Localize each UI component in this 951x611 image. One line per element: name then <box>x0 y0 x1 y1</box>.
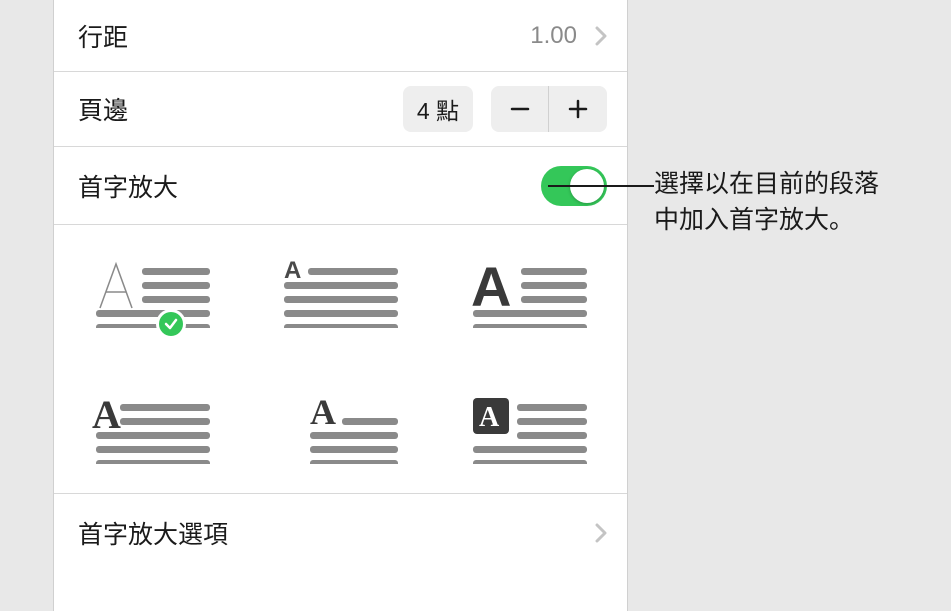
margins-row: 頁邊 4 點 <box>54 72 627 147</box>
margins-controls: 4 點 <box>403 86 607 132</box>
callout-line2: 中加入首字放大。 <box>654 206 854 234</box>
callout-text: 選擇以在目前的段落 中加入首字放大。 <box>654 166 934 239</box>
svg-text:A: A <box>310 394 336 432</box>
drop-cap-style-4[interactable]: A <box>78 385 226 473</box>
margins-label: 頁邊 <box>78 91 128 127</box>
svg-text:A: A <box>284 258 301 284</box>
margins-stepper <box>491 86 607 132</box>
format-panel: 行距 1.00 頁邊 4 點 首字放大 <box>53 0 628 611</box>
selected-checkmark-icon <box>156 309 186 339</box>
stepper-plus-button[interactable] <box>549 86 607 132</box>
line-spacing-value: 1.00 <box>530 22 577 50</box>
drop-cap-row: 首字放大 <box>54 147 627 225</box>
drop-cap-label: 首字放大 <box>78 168 178 204</box>
line-spacing-row[interactable]: 行距 1.00 <box>54 0 627 72</box>
drop-cap-options-row[interactable]: 首字放大選項 <box>54 494 627 571</box>
stepper-minus-button[interactable] <box>491 86 549 132</box>
drop-cap-style-2[interactable]: A <box>266 249 414 337</box>
svg-text:A: A <box>92 394 121 437</box>
callout-line1: 選擇以在目前的段落 <box>654 170 879 198</box>
line-spacing-label: 行距 <box>78 18 128 54</box>
drop-cap-style-6[interactable]: A <box>455 385 603 473</box>
drop-cap-style-1[interactable] <box>78 249 226 337</box>
drop-cap-style-3[interactable]: A <box>455 249 603 337</box>
svg-text:A: A <box>479 402 500 433</box>
drop-cap-styles-grid: A A <box>54 225 627 494</box>
svg-text:A: A <box>471 258 511 318</box>
drop-cap-style-5[interactable]: A <box>266 385 414 473</box>
line-spacing-value-group: 1.00 <box>530 22 607 50</box>
chevron-right-icon <box>595 523 607 543</box>
margins-value: 4 點 <box>403 86 473 132</box>
drop-cap-options-label: 首字放大選項 <box>78 515 228 551</box>
chevron-right-icon <box>595 26 607 46</box>
callout-leader-line <box>548 185 654 187</box>
